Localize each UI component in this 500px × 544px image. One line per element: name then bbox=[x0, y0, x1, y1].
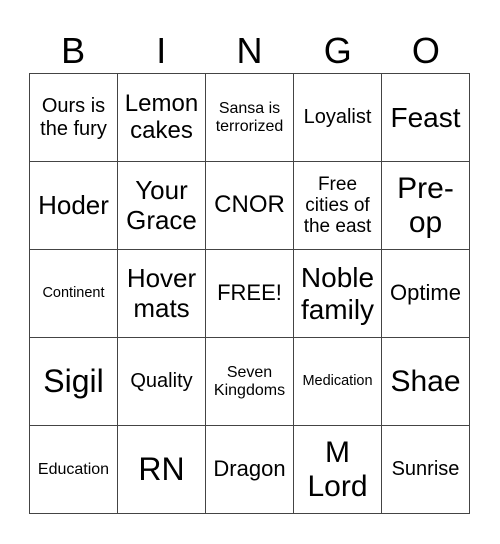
bingo-cell[interactable]: CNOR bbox=[206, 162, 294, 250]
bingo-cell[interactable]: Sansa is terrorized bbox=[206, 74, 294, 162]
header-letter-i: I bbox=[156, 30, 167, 71]
header-letter-b: B bbox=[61, 30, 86, 71]
bingo-cell[interactable]: Sunrise bbox=[382, 426, 470, 514]
bingo-cell[interactable]: Free cities of the east bbox=[294, 162, 382, 250]
header-letter-n: N bbox=[236, 30, 263, 71]
bingo-cell[interactable]: Noble family bbox=[294, 250, 382, 338]
free-space-cell[interactable]: FREE! bbox=[206, 250, 294, 338]
bingo-cell[interactable]: Lemon cakes bbox=[118, 74, 206, 162]
bingo-cell[interactable]: Feast bbox=[382, 74, 470, 162]
header-letter-g: G bbox=[323, 30, 352, 71]
bingo-cell[interactable]: Seven Kingdoms bbox=[206, 338, 294, 426]
bingo-header: B I N G O bbox=[29, 30, 470, 72]
bingo-cell[interactable]: Hover mats bbox=[118, 250, 206, 338]
bingo-cell[interactable]: Medication bbox=[294, 338, 382, 426]
bingo-cell[interactable]: Education bbox=[30, 426, 118, 514]
bingo-cell[interactable]: Hoder bbox=[30, 162, 118, 250]
header-letter-o: O bbox=[411, 30, 440, 71]
bingo-cell[interactable]: Loyalist bbox=[294, 74, 382, 162]
bingo-cell[interactable]: Sigil bbox=[30, 338, 118, 426]
bingo-grid: Ours is the fury Lemon cakes Sansa is te… bbox=[29, 73, 470, 514]
bingo-cell[interactable]: Shae bbox=[382, 338, 470, 426]
bingo-cell[interactable]: M Lord bbox=[294, 426, 382, 514]
bingo-cell[interactable]: RN bbox=[118, 426, 206, 514]
bingo-cell[interactable]: Your Grace bbox=[118, 162, 206, 250]
bingo-cell[interactable]: Optime bbox=[382, 250, 470, 338]
bingo-cell[interactable]: Dragon bbox=[206, 426, 294, 514]
bingo-cell[interactable]: Continent bbox=[30, 250, 118, 338]
bingo-cell[interactable]: Quality bbox=[118, 338, 206, 426]
bingo-cell[interactable]: Pre-op bbox=[382, 162, 470, 250]
bingo-cell[interactable]: Ours is the fury bbox=[30, 74, 118, 162]
